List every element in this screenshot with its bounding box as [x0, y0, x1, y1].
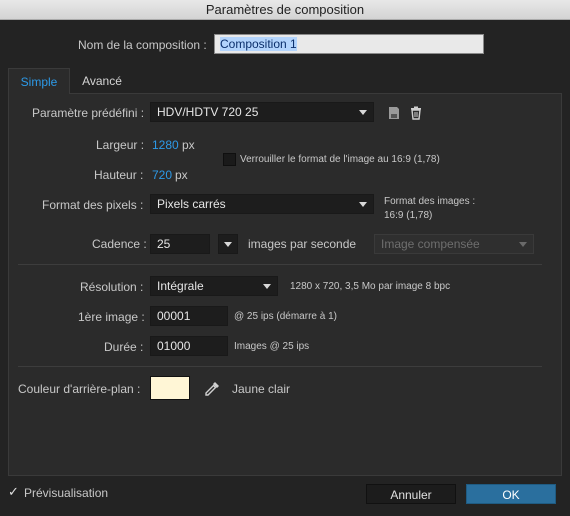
pixel-format-dropdown[interactable]: Pixels carrés: [150, 194, 374, 214]
preview-label: Prévisualisation: [24, 486, 109, 500]
section-divider: [18, 366, 542, 367]
chevron-down-icon: [519, 242, 527, 247]
resolution-value: Intégrale: [157, 279, 204, 293]
width-value[interactable]: 1280: [152, 138, 179, 152]
background-color-label: Couleur d'arrière-plan :: [18, 382, 141, 396]
composition-name-input[interactable]: Composition 1: [214, 34, 484, 54]
framerate-unit: images par seconde: [248, 237, 357, 251]
lock-aspect-checkbox[interactable]: [223, 153, 236, 166]
background-color-name: Jaune clair: [232, 382, 291, 396]
frame-blend-value: Image compensée: [381, 237, 480, 251]
chevron-down-icon: [359, 110, 367, 115]
composition-name-value: Composition 1: [220, 37, 297, 51]
cancel-button[interactable]: Annuler: [366, 484, 456, 504]
duration-info: Images @ 25 ips: [234, 341, 310, 352]
start-frame-label: 1ère image :: [78, 310, 145, 324]
preset-value: HDV/HDTV 720 25: [157, 105, 259, 119]
save-preset-icon[interactable]: [386, 105, 402, 121]
window-title: Paramètres de composition: [0, 0, 570, 20]
lock-aspect-label: Verrouiller le format de l'image au 16:9…: [240, 154, 440, 165]
width-label: Largeur :: [96, 138, 145, 152]
ok-button[interactable]: OK: [466, 484, 556, 504]
pixel-format-label: Format des pixels :: [42, 198, 144, 212]
frame-blend-dropdown[interactable]: Image compensée: [374, 234, 534, 254]
preset-dropdown[interactable]: HDV/HDTV 720 25: [150, 102, 374, 122]
height-unit: px: [175, 168, 188, 182]
framerate-input[interactable]: 25: [150, 234, 210, 254]
height-value[interactable]: 720: [152, 168, 172, 182]
tab-advanced[interactable]: Avancé: [70, 68, 134, 94]
pixel-format-value: Pixels carrés: [157, 197, 226, 211]
checkmark-icon: ✓: [8, 484, 19, 499]
resolution-info: 1280 x 720, 3,5 Mo par image 8 bpc: [290, 281, 451, 292]
chevron-down-icon: [263, 284, 271, 289]
preset-label: Paramètre prédéfini :: [32, 106, 145, 120]
image-format-value: 16:9 (1,78): [384, 210, 433, 221]
image-format-label: Format des images :: [384, 196, 476, 207]
width-unit: px: [182, 138, 195, 152]
duration-input[interactable]: 01000: [150, 336, 228, 356]
chevron-down-icon: [359, 202, 367, 207]
framerate-label: Cadence :: [92, 237, 147, 251]
resolution-label: Résolution :: [80, 280, 144, 294]
composition-settings-dialog: Nom de la composition : Composition 1 Si…: [0, 20, 570, 516]
tab-simple[interactable]: Simple: [8, 68, 70, 94]
duration-label: Durée :: [104, 340, 144, 354]
height-label: Hauteur :: [94, 168, 144, 182]
section-divider: [18, 264, 542, 265]
resolution-dropdown[interactable]: Intégrale: [150, 276, 278, 296]
trash-icon[interactable]: [408, 105, 424, 121]
start-frame-input[interactable]: 00001: [150, 306, 228, 326]
composition-name-label: Nom de la composition :: [78, 38, 207, 52]
chevron-down-icon: [224, 242, 232, 247]
framerate-dropdown[interactable]: [218, 234, 238, 254]
background-color-swatch[interactable]: [150, 376, 190, 400]
eyedropper-icon[interactable]: [203, 380, 221, 398]
start-frame-info: @ 25 ips (démarre à 1): [234, 311, 337, 322]
